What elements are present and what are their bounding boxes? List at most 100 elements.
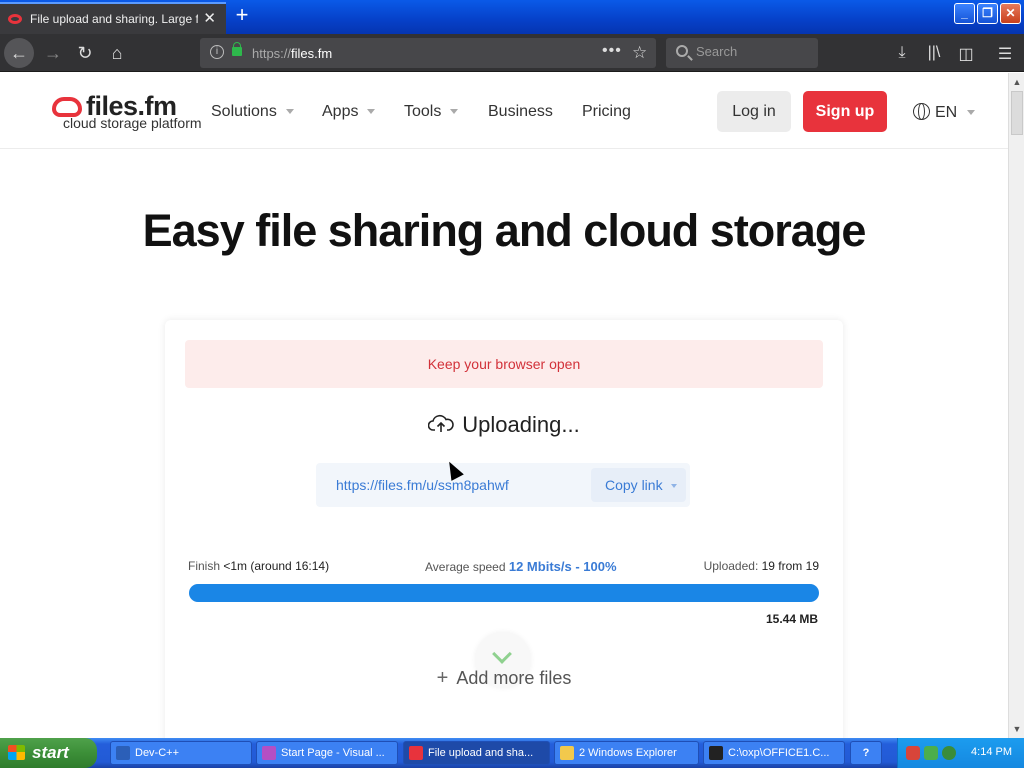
browser-tab-active[interactable]: File upload and sharing. Large file ✕ [0, 2, 226, 34]
files-fm-logo[interactable]: files.fm cloud storage platform [52, 91, 202, 133]
lock-icon [232, 42, 242, 56]
menu-icon[interactable]: ☰ [995, 44, 1015, 64]
language-selector[interactable]: EN [913, 103, 976, 122]
nav-label: Tools [404, 103, 442, 120]
windows-logo-icon [8, 745, 25, 760]
uploaded-value: 19 from 19 [761, 559, 819, 573]
chevron-down-icon [367, 109, 376, 115]
search-input[interactable] [696, 44, 806, 59]
tray-app-icon[interactable] [906, 746, 920, 760]
library-icon[interactable]: ||\ [924, 44, 944, 62]
task-label: C:\oxp\OFFICE1.C... [728, 747, 830, 759]
chevron-down-icon [450, 109, 459, 115]
scrollbar-thumb[interactable] [1011, 91, 1023, 135]
taskbar-item-visual-studio[interactable]: Start Page - Visual ... [256, 741, 398, 765]
finish-value: <1m (around 16:14) [223, 559, 330, 573]
files-fm-favicon-icon [8, 14, 22, 24]
start-label: start [32, 743, 69, 762]
hero-title: Easy file sharing and cloud storage [142, 205, 867, 256]
chevron-down-icon [492, 644, 512, 664]
system-tray: 4:14 PM [897, 738, 1024, 768]
url-text[interactable]: https://files.fm [252, 46, 332, 61]
tray-network-icon[interactable] [924, 746, 938, 760]
home-button[interactable]: ⌂ [102, 38, 132, 68]
taskbar-item-devcpp[interactable]: Dev-C++ [110, 741, 252, 765]
window-restore-button[interactable]: ❐ [977, 3, 998, 24]
task-label: 2 Windows Explorer [579, 747, 677, 759]
plus-icon: + [436, 667, 449, 689]
back-button[interactable]: ← [4, 38, 34, 68]
nav-pricing[interactable]: Pricing [582, 103, 631, 121]
reload-button[interactable]: ↻ [70, 38, 100, 68]
visual-studio-icon [262, 746, 276, 760]
nav-business[interactable]: Business [488, 103, 553, 121]
taskbar-clock: 4:14 PM [971, 746, 1012, 758]
login-button[interactable]: Log in [717, 91, 791, 132]
site-header: files.fm cloud storage platform Solution… [0, 73, 1008, 149]
console-icon [709, 746, 723, 760]
logo-tagline: cloud storage platform [63, 115, 202, 131]
devcpp-icon [116, 746, 130, 760]
keep-open-alert: Keep your browser open [185, 340, 823, 388]
upload-progress-fill [189, 584, 819, 602]
tab-title: File upload and sharing. Large file [30, 12, 198, 26]
upload-card: Keep your browser open Uploading... http… [165, 320, 843, 738]
copy-link-button[interactable]: Copy link [591, 468, 686, 502]
uploaded-label: Uploaded: [703, 559, 759, 573]
chevron-down-icon [285, 109, 294, 115]
url-host: files.fm [291, 46, 333, 61]
nav-label: Apps [322, 103, 359, 120]
nav-solutions[interactable]: Solutions [211, 103, 294, 121]
bookmark-star-icon[interactable]: ☆ [632, 43, 647, 63]
finish-estimate: Finish <1m (around 16:14) [188, 559, 329, 573]
add-more-label: Add more files [456, 668, 572, 688]
start-button[interactable]: start [0, 738, 97, 768]
speed-label: Average speed [425, 560, 506, 574]
uploaded-count: Uploaded: 19 from 19 [704, 559, 819, 573]
signup-button[interactable]: Sign up [803, 91, 887, 132]
nav-tools[interactable]: Tools [404, 103, 459, 121]
sidebar-icon[interactable]: ◫ [956, 44, 976, 64]
search-bar[interactable] [666, 38, 818, 68]
chevron-down-icon [967, 110, 976, 116]
tray-globe-icon[interactable] [942, 746, 956, 760]
new-tab-button[interactable]: + [230, 4, 254, 28]
browser-titlebar: File upload and sharing. Large file ✕ + … [0, 0, 1024, 34]
url-bar[interactable]: i https://files.fm ••• ☆ [200, 38, 656, 68]
forward-button[interactable]: → [38, 38, 68, 68]
site-info-icon[interactable]: i [210, 45, 224, 59]
task-label: Dev-C++ [135, 747, 180, 759]
page-scrollbar[interactable]: ▲ ▼ [1008, 73, 1024, 738]
window-minimize-button[interactable]: _ [954, 3, 975, 24]
task-label: Start Page - Visual ... [281, 747, 385, 759]
taskbar-item-browser[interactable]: File upload and sha... [403, 741, 550, 765]
add-more-files-button[interactable]: + Add more files [165, 667, 843, 690]
taskbar-item-console[interactable]: C:\oxp\OFFICE1.C... [703, 741, 845, 765]
page-viewport: files.fm cloud storage platform Solution… [0, 73, 1008, 738]
nav-label: Solutions [211, 103, 277, 120]
cloud-upload-icon [427, 414, 455, 432]
total-size: 15.44 MB [765, 612, 818, 626]
browser-icon [409, 746, 423, 760]
folder-icon [560, 746, 574, 760]
help-button[interactable]: ? [850, 741, 882, 765]
window-close-button[interactable]: ✕ [1000, 3, 1021, 24]
nav-apps[interactable]: Apps [322, 103, 376, 121]
tab-close-icon[interactable]: ✕ [203, 9, 216, 27]
upload-progress-bar [189, 584, 819, 602]
upload-status: Uploading... [165, 412, 843, 438]
taskbar-item-explorer[interactable]: 2 Windows Explorer [554, 741, 699, 765]
finish-label: Finish [188, 559, 221, 573]
downloads-icon[interactable]: ⤓ [892, 44, 912, 62]
scroll-down-icon[interactable]: ▼ [1010, 722, 1024, 736]
share-link[interactable]: https://files.fm/u/ssm8pahwf [336, 477, 509, 493]
task-label: File upload and sha... [428, 747, 534, 759]
share-link-box: https://files.fm/u/ssm8pahwf Copy link [316, 463, 690, 507]
nav-label: Pricing [582, 103, 631, 120]
nav-label: Business [488, 103, 553, 120]
page-actions-icon[interactable]: ••• [602, 42, 622, 60]
upload-status-text: Uploading... [462, 412, 580, 437]
browser-toolbar: ← → ↻ ⌂ i https://files.fm ••• ☆ ⤓ ||\ ◫… [0, 34, 1024, 72]
scroll-up-icon[interactable]: ▲ [1010, 75, 1024, 89]
language-label: EN [935, 104, 958, 121]
